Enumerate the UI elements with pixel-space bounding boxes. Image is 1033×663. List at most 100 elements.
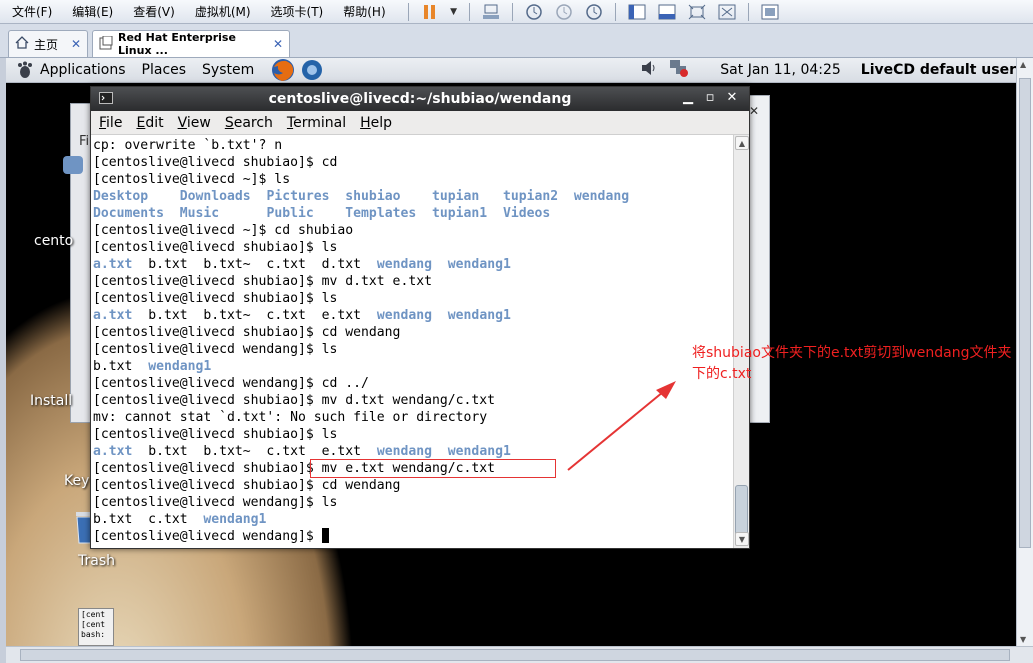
- terminal-text-token: [centoslive@livecd shubiao]$ mv d.txt we…: [93, 393, 496, 408]
- terminal-line: [centoslive@livecd ~]$ cd shubiao: [93, 222, 733, 239]
- host-menu: 文件(F) 编辑(E) 查看(V) 虚拟机(M) 选项卡(T) 帮助(H): [0, 0, 394, 23]
- terminal-text-token: [centoslive@livecd shubiao]$ ls: [93, 291, 338, 306]
- thumbnail-bar-icon[interactable]: [656, 3, 678, 21]
- terminal-dir-token: wendang: [376, 444, 432, 459]
- terminal-line: b.txt c.txt wendang1: [93, 511, 733, 528]
- host-tabbar: 主页 ✕ Red Hat Enterprise Linux ... ✕: [0, 24, 1033, 58]
- background-window-icon: [63, 156, 83, 174]
- scroll-up-icon[interactable]: ▲: [1020, 60, 1026, 69]
- user-name[interactable]: LiveCD default user: [861, 62, 1016, 78]
- pause-icon[interactable]: [419, 3, 441, 21]
- tab-vm[interactable]: Red Hat Enterprise Linux ... ✕: [92, 30, 290, 57]
- terminal-dir-token: wendang: [376, 257, 432, 272]
- host-menu-item[interactable]: 帮助(H): [331, 3, 393, 20]
- applications-menu[interactable]: Applications: [40, 62, 126, 78]
- chevron-down-icon[interactable]: ▼: [449, 3, 459, 21]
- tab-label: 主页: [34, 37, 59, 52]
- terminal-title: centoslive@livecd:~/shubiao/wendang: [268, 91, 572, 107]
- console-view-icon[interactable]: [759, 3, 781, 21]
- background-window-label: Fi: [79, 134, 90, 149]
- snapshot-manager-icon[interactable]: [583, 3, 605, 21]
- terminal-dir-token: shubiao: [345, 189, 432, 204]
- terminal-menu-help[interactable]: Help: [352, 115, 398, 131]
- terminal-window[interactable]: centoslive@livecd:~/shubiao/wendang ▁ ▫ …: [90, 86, 750, 549]
- terminal-line: [centoslive@livecd shubiao]$ ls: [93, 426, 733, 443]
- host-menu-item[interactable]: 编辑(E): [60, 3, 121, 20]
- scrollbar-thumb[interactable]: [20, 649, 1010, 661]
- minimize-icon[interactable]: ▁: [677, 90, 699, 105]
- terminal-menu-view[interactable]: View: [170, 115, 217, 131]
- terminal-dir-token: wendang1: [148, 359, 212, 374]
- terminal-dir-token: Downloads: [179, 189, 267, 204]
- terminal-line: a.txt b.txt b.txt~ c.txt d.txt wendang w…: [93, 256, 733, 273]
- host-horizontal-scrollbar[interactable]: [6, 646, 1033, 663]
- terminal-menu-search[interactable]: Search: [217, 115, 279, 131]
- terminal-menu-terminal[interactable]: Terminal: [279, 115, 352, 131]
- scroll-up-icon[interactable]: ▲: [735, 136, 749, 150]
- terminal-text-token: b.txt b.txt~ c.txt d.txt: [132, 257, 377, 272]
- terminal-dir-token: wendang1: [447, 308, 511, 323]
- terminal-line: Documents Music Public Templates tupian1…: [93, 205, 733, 222]
- desktop-label-centos[interactable]: cento: [34, 233, 73, 249]
- terminal-text-token: b.txt b.txt~ c.txt e.txt: [132, 308, 377, 323]
- terminal-dir-token: tupian1: [432, 206, 503, 221]
- tab-home[interactable]: 主页 ✕: [8, 30, 88, 57]
- mini-terminal-line: bash:: [81, 630, 106, 639]
- update-icon[interactable]: [300, 58, 326, 82]
- terminal-line: [centoslive@livecd shubiao]$ cd wendang: [93, 477, 733, 494]
- scroll-down-icon[interactable]: ▼: [1020, 635, 1026, 644]
- close-icon[interactable]: ✕: [721, 90, 743, 105]
- terminal-menu-file[interactable]: File: [91, 115, 128, 131]
- host-menu-item[interactable]: 文件(F): [0, 3, 60, 20]
- terminal-line: [centoslive@livecd wendang]$ ls: [93, 341, 733, 358]
- terminal-titlebar[interactable]: centoslive@livecd:~/shubiao/wendang ▁ ▫ …: [91, 87, 749, 111]
- close-icon[interactable]: ✕: [71, 37, 81, 51]
- full-screen-icon[interactable]: [686, 3, 708, 21]
- foot-icon: [16, 61, 34, 79]
- terminal-line: [centoslive@livecd shubiao]$ ls: [93, 290, 733, 307]
- unity-icon[interactable]: [716, 3, 738, 21]
- terminal-menu-edit[interactable]: Edit: [128, 115, 169, 131]
- terminal-text-token: mv: cannot stat `d.txt': No such file or…: [93, 410, 488, 425]
- terminal-dir-token: wendang1: [447, 444, 511, 459]
- terminal-line: mv: cannot stat `d.txt': No such file or…: [93, 409, 733, 426]
- toolbar-separator: [511, 2, 513, 21]
- terminal-dir-token: Desktop: [93, 189, 180, 204]
- clock[interactable]: Sat Jan 11, 04:25: [720, 62, 841, 78]
- terminal-text-token: [432, 308, 448, 323]
- system-menu[interactable]: System: [202, 62, 254, 78]
- send-keys-icon[interactable]: [480, 3, 502, 21]
- network-icon[interactable]: [668, 58, 690, 82]
- maximize-icon[interactable]: ▫: [699, 90, 721, 105]
- close-icon[interactable]: ✕: [273, 37, 283, 51]
- terminal-dir-token: a.txt: [93, 444, 133, 459]
- terminal-dir-token: wendang: [573, 189, 630, 204]
- close-icon[interactable]: ✕: [749, 104, 759, 118]
- mini-terminal-thumbnail[interactable]: [cent [cent bash:: [78, 608, 114, 646]
- firefox-icon[interactable]: [270, 58, 296, 82]
- desktop-label-trash[interactable]: Trash: [78, 553, 115, 569]
- terminal-dir-token: a.txt: [93, 308, 133, 323]
- host-menu-item[interactable]: 虚拟机(M): [183, 3, 259, 20]
- terminal-output[interactable]: cp: overwrite `b.txt'? n [centoslive@live…: [91, 135, 733, 548]
- host-vertical-scrollbar[interactable]: ▲ ▼: [1016, 58, 1033, 646]
- terminal-text-token: cp: overwrite `b.txt'? n: [93, 138, 283, 153]
- host-menu-item[interactable]: 查看(V): [121, 3, 183, 20]
- places-menu[interactable]: Places: [142, 62, 187, 78]
- terminal-scrollbar[interactable]: ▲ ▼: [733, 135, 749, 548]
- scrollbar-thumb[interactable]: [1019, 78, 1031, 548]
- desktop-label-install[interactable]: Install: [30, 393, 72, 409]
- show-library-icon[interactable]: [626, 3, 648, 21]
- terminal-text-token: [centoslive@livecd shubiao]$ ls: [93, 240, 338, 255]
- terminal-dir-token: wendang: [376, 308, 432, 323]
- volume-icon[interactable]: [640, 60, 658, 80]
- terminal-text-token: [centoslive@livecd shubiao]$ cd: [93, 155, 338, 170]
- snapshot-icon[interactable]: [523, 3, 545, 21]
- desktop-label-key[interactable]: Key: [64, 473, 89, 489]
- mini-terminal-line: [cent: [81, 610, 106, 619]
- revert-snapshot-icon[interactable]: [553, 3, 575, 21]
- scroll-down-icon[interactable]: ▼: [735, 532, 749, 546]
- terminal-text-token: [centoslive@livecd shubiao]$ cd wendang: [93, 478, 401, 493]
- host-menu-item[interactable]: 选项卡(T): [259, 3, 332, 20]
- terminal-text-token: [centoslive@livecd shubiao]$ cd wendang: [93, 325, 401, 340]
